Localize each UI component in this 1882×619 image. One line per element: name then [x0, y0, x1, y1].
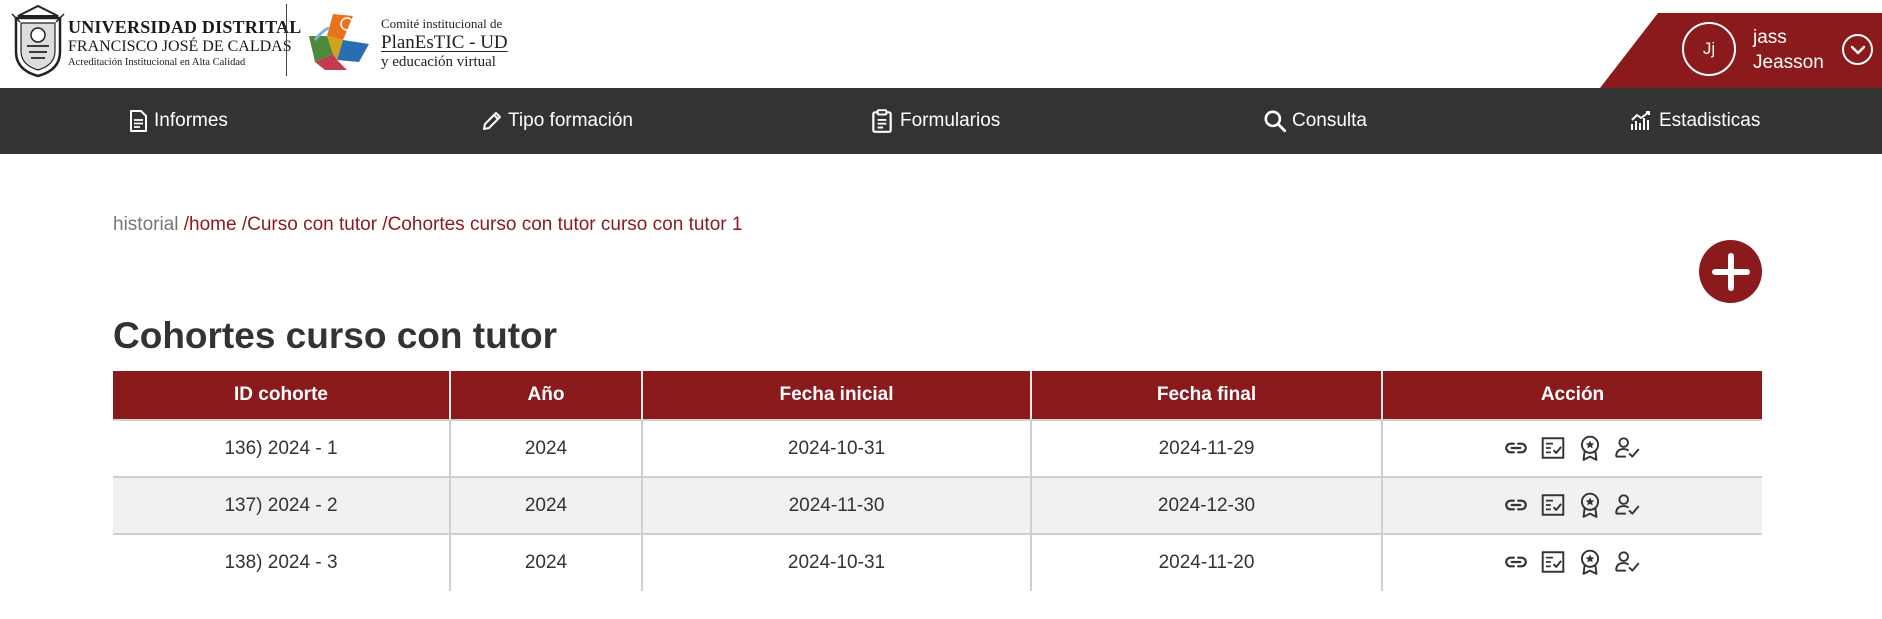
- nav-item-consulta[interactable]: Consulta: [1262, 88, 1367, 154]
- nav-item-formularios[interactable]: Formularios: [868, 88, 1000, 154]
- cohort-start-date: 2024-10-31: [787, 552, 886, 573]
- nav-label-estadisticas: Estadisticas: [1659, 110, 1761, 131]
- table-row: 137) 2024 - 2 2024 2024-11-30 2024-12-30: [113, 477, 1762, 535]
- user-menu[interactable]: Jj jass Jeasson: [1600, 13, 1882, 88]
- user-menu-background: [1600, 13, 1882, 88]
- stats-icon: [1631, 111, 1650, 130]
- university-name-line2: FRANCISCO JOSÉ DE CALDAS: [68, 38, 292, 55]
- cohort-year: 2024: [524, 552, 568, 573]
- cell-fecha-inicial: 2024-10-31: [641, 420, 1031, 478]
- committee-name-line1: Comité institucional de: [381, 16, 503, 31]
- cell-fecha-final: 2024-11-29: [1030, 420, 1382, 478]
- column-header-id-cohorte: ID cohorte: [113, 371, 450, 421]
- breadcrumb-link-curso-con-tutor[interactable]: /Curso con tutor: [237, 214, 377, 235]
- cell-id-cohorte: 137) 2024 - 2: [113, 477, 450, 535]
- nav-label-consulta: Consulta: [1292, 110, 1367, 131]
- table-body: 136) 2024 - 1 2024 2024-10-31 2024-11-29: [113, 420, 1762, 591]
- row-actions: [1503, 491, 1642, 519]
- column-header-accion: Acción: [1381, 371, 1762, 421]
- link-icon[interactable]: [1503, 492, 1529, 518]
- user-menu-toggle[interactable]: [1842, 34, 1873, 65]
- checklist-icon[interactable]: [1540, 549, 1566, 575]
- cell-ano: 2024: [449, 534, 642, 591]
- cell-accion: [1381, 534, 1762, 591]
- nav-item-informes[interactable]: Informes: [126, 88, 228, 154]
- breadcrumb: historial /home /Curso con tutor /Cohort…: [113, 214, 742, 236]
- cohort-end-date: 2024-11-29: [1158, 437, 1255, 459]
- page-title: Cohortes curso con tutor: [113, 315, 558, 356]
- checklist-icon[interactable]: [1540, 435, 1566, 461]
- cohort-year: 2024: [524, 494, 568, 516]
- clipboard-icon: [872, 109, 892, 133]
- cohort-end-date: 2024-11-20: [1158, 552, 1255, 573]
- award-icon[interactable]: [1577, 548, 1603, 576]
- cohort-id: 137) 2024 - 2: [224, 494, 338, 516]
- checklist-icon[interactable]: [1540, 492, 1566, 518]
- cell-fecha-inicial: 2024-10-31: [641, 534, 1031, 591]
- header-divider: [286, 4, 287, 76]
- committee-name-line2: PlanEsTIC - UD: [381, 32, 508, 53]
- award-icon[interactable]: [1577, 491, 1603, 519]
- cell-fecha-final: 2024-11-20: [1030, 534, 1382, 591]
- pencil-icon: [483, 112, 501, 130]
- column-header-fecha-final: Fecha final: [1030, 371, 1382, 421]
- nav-item-tipo-formacion[interactable]: Tipo formación: [480, 88, 633, 154]
- cell-accion: [1381, 420, 1762, 478]
- user-check-icon[interactable]: [1614, 435, 1642, 461]
- committee-name: Comité institucional de PlanEsTIC - UD y…: [381, 17, 508, 70]
- cohort-end-date: 2024-12-30: [1157, 494, 1256, 516]
- user-name: jass Jeasson: [1753, 25, 1824, 75]
- table-row: 138) 2024 - 3 2024 2024-10-31 2024-11-20: [113, 534, 1762, 591]
- cell-accion: [1381, 477, 1762, 535]
- user-check-icon[interactable]: [1614, 492, 1642, 518]
- university-crest-logo: [11, 4, 65, 78]
- cell-fecha-final: 2024-12-30: [1030, 477, 1382, 535]
- user-check-icon[interactable]: [1614, 549, 1642, 575]
- university-name-line1: UNIVERSIDAD DISTRITAL: [68, 17, 302, 37]
- award-icon[interactable]: [1577, 434, 1603, 462]
- column-header-fecha-inicial: Fecha inicial: [641, 371, 1031, 421]
- cohort-id: 138) 2024 - 3: [224, 552, 338, 573]
- document-icon: [130, 110, 147, 132]
- row-actions: [1503, 434, 1642, 462]
- university-accreditation: Acreditación Institucional en Alta Calid…: [68, 57, 246, 68]
- nav-label-informes: Informes: [154, 110, 228, 131]
- user-first-name: jass: [1753, 27, 1787, 48]
- cohort-start-date: 2024-11-30: [788, 494, 885, 516]
- link-icon[interactable]: [1503, 435, 1529, 461]
- breadcrumb-link-home[interactable]: /home: [178, 214, 237, 235]
- cohort-id: 136) 2024 - 1: [224, 437, 338, 459]
- planestic-logo: [309, 14, 369, 70]
- table-header-row: ID cohorte Año Fecha inicial Fecha final…: [113, 371, 1762, 421]
- cell-id-cohorte: 136) 2024 - 1: [113, 420, 450, 478]
- cohorts-table: ID cohorte Año Fecha inicial Fecha final…: [113, 371, 1762, 591]
- chevron-down-icon: [1850, 45, 1865, 54]
- plus-icon: [1711, 252, 1750, 291]
- nav-label-formularios: Formularios: [900, 110, 1001, 131]
- avatar[interactable]: Jj: [1682, 22, 1736, 76]
- committee-name-line3: y educación virtual: [381, 54, 496, 70]
- breadcrumb-history-label: historial: [113, 214, 179, 235]
- add-cohort-button[interactable]: [1699, 240, 1762, 303]
- nav-label-tipo-formacion: Tipo formación: [508, 110, 633, 131]
- cell-ano: 2024: [449, 477, 642, 535]
- search-icon: [1264, 110, 1287, 133]
- cell-fecha-inicial: 2024-11-30: [641, 477, 1031, 535]
- table-row: 136) 2024 - 1 2024 2024-10-31 2024-11-29: [113, 420, 1762, 478]
- user-last-name: Jeasson: [1753, 52, 1824, 73]
- cell-ano: 2024: [449, 420, 642, 478]
- cell-id-cohorte: 138) 2024 - 3: [113, 534, 450, 591]
- cohort-year: 2024: [524, 437, 568, 459]
- main-nav: Informes Tipo formación Formularios Cons…: [0, 88, 1882, 154]
- header: UNIVERSIDAD DISTRITAL FRANCISCO JOSÉ DE …: [0, 0, 1882, 88]
- cohort-start-date: 2024-10-31: [787, 437, 886, 459]
- breadcrumb-current[interactable]: /Cohortes curso con tutor curso con tuto…: [377, 214, 742, 235]
- university-name: UNIVERSIDAD DISTRITAL FRANCISCO JOSÉ DE …: [68, 18, 301, 69]
- link-icon[interactable]: [1503, 549, 1529, 575]
- nav-item-estadisticas[interactable]: Estadisticas: [1627, 88, 1760, 154]
- column-header-ano: Año: [449, 371, 642, 421]
- row-actions: [1503, 548, 1642, 576]
